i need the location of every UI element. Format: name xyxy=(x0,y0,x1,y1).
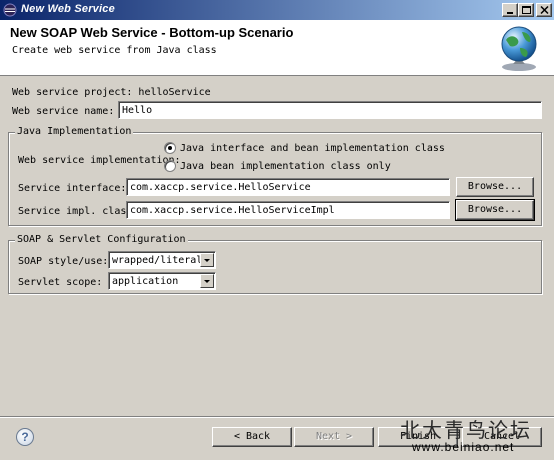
servlet-scope-label: Servlet scope: xyxy=(18,277,103,288)
service-impl-class-input[interactable]: com.xaccp.service.HelloServiceImpl xyxy=(126,201,450,219)
radio-interface-and-bean-label[interactable]: Java interface and bean implementation c… xyxy=(180,143,445,154)
minimize-button[interactable] xyxy=(502,3,518,17)
chevron-down-icon[interactable] xyxy=(200,253,214,267)
java-implementation-group-title: Java Implementation xyxy=(15,126,134,137)
forum-watermark-url: www.beiniao.net xyxy=(412,440,515,454)
back-button[interactable]: < Back xyxy=(212,427,292,447)
radio-bean-only[interactable] xyxy=(164,160,176,172)
next-button[interactable]: Next > xyxy=(294,427,374,447)
help-icon[interactable]: ? xyxy=(16,428,34,446)
browse-interface-button[interactable]: Browse... xyxy=(456,177,534,197)
web-service-implementation-label: Web service implementation: xyxy=(18,155,181,166)
soap-style-value: wrapped/literal xyxy=(112,255,203,266)
globe-icon xyxy=(501,26,537,71)
window-title: New Web Service xyxy=(21,3,115,15)
browse-impl-class-button[interactable]: Browse... xyxy=(455,199,535,221)
chevron-down-icon[interactable] xyxy=(200,274,214,288)
forum-watermark: 北大青鸟论坛 xyxy=(400,418,532,442)
close-button[interactable] xyxy=(536,3,552,17)
web-service-project-label: Web service project: helloService xyxy=(12,87,211,98)
wizard-description: Create web service from Java class xyxy=(12,45,217,56)
service-impl-class-label: Service impl. class: xyxy=(18,206,139,217)
window-titlebar[interactable]: New Web Service xyxy=(0,0,554,20)
servlet-scope-value: application xyxy=(112,276,179,287)
web-service-name-label: Web service name: xyxy=(12,106,115,117)
wizard-title: New SOAP Web Service - Bottom-up Scenari… xyxy=(10,25,294,40)
web-service-name-input[interactable]: Hello xyxy=(118,101,542,119)
service-interface-input[interactable]: com.xaccp.service.HelloService xyxy=(126,178,450,196)
maximize-button[interactable] xyxy=(518,3,534,17)
soap-style-select[interactable]: wrapped/literal xyxy=(108,251,216,269)
service-interface-label: Service interface: xyxy=(18,183,127,194)
close-icon xyxy=(540,6,549,15)
soap-servlet-group-title: SOAP & Servlet Configuration xyxy=(15,234,188,245)
servlet-scope-select[interactable]: application xyxy=(108,272,216,290)
maximize-icon xyxy=(522,6,531,14)
radio-interface-and-bean[interactable] xyxy=(164,142,176,154)
wizard-header: New SOAP Web Service - Bottom-up Scenari… xyxy=(0,20,554,76)
soap-style-label: SOAP style/use: xyxy=(18,256,109,267)
radio-bean-only-label[interactable]: Java bean implementation class only xyxy=(180,161,391,172)
eclipse-icon xyxy=(3,3,17,17)
minimize-icon xyxy=(507,12,513,14)
